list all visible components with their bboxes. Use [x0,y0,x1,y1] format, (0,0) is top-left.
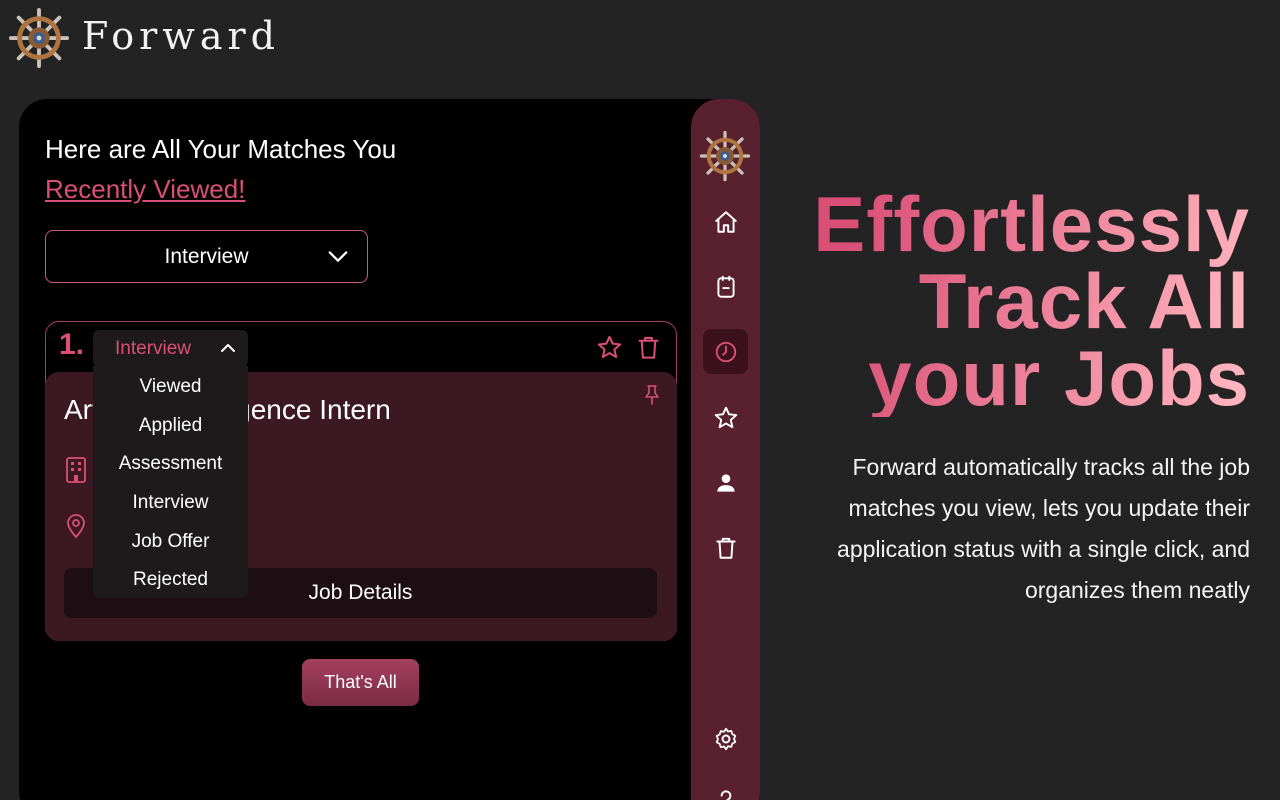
page-heading: Here are All Your Matches You Recently V… [45,129,396,209]
heading-accent: Recently Viewed! [45,174,246,204]
sidebar-item-help[interactable] [703,777,748,800]
status-dropdown-menu: Viewed Applied Assessment Interview Job … [93,366,248,598]
hero-description: Forward automatically tracks all the job… [837,454,1250,603]
star-icon[interactable] [596,334,623,361]
status-filter-select[interactable]: Interview [45,230,368,283]
status-option-assessment[interactable]: Assessment [93,445,248,484]
sidebar-item-trash[interactable] [703,525,748,570]
hero-title-line: Track All [918,257,1250,345]
ship-wheel-logo-icon [8,7,70,69]
hero-title: Effortlessly Track All your Jobs [780,186,1250,417]
pin-icon[interactable] [643,384,661,406]
thats-all-button[interactable]: That's All [302,659,419,706]
status-option-viewed[interactable]: Viewed [93,368,248,407]
status-option-applied[interactable]: Applied [93,407,248,446]
sidebar-item-profile[interactable] [703,460,748,505]
chevron-up-icon [221,344,235,352]
job-status-value: Interview [115,337,192,359]
sidebar-item-favorites[interactable] [703,395,748,440]
job-status-dropdown[interactable]: Interview [93,330,248,367]
sidebar-item-history[interactable] [703,329,748,374]
brand: Forward [8,6,280,70]
status-option-interview[interactable]: Interview [93,484,248,523]
sidebar-item-settings[interactable] [703,716,748,761]
clipboard-icon [716,275,735,298]
trash-icon[interactable] [635,334,662,361]
ship-wheel-logo-icon [699,130,751,182]
status-option-rejected[interactable]: Rejected [93,561,248,600]
trash-icon [715,537,736,559]
home-icon [714,210,737,233]
sidebar-item-home[interactable] [703,199,748,244]
user-icon [716,473,735,492]
hero-title-line: Effortlessly [813,180,1250,268]
status-filter-value: Interview [164,244,249,268]
job-index: 1. [59,328,85,361]
building-icon [66,457,86,483]
sidebar-nav [691,99,760,800]
clock-icon [715,341,736,362]
location-pin-icon [67,514,85,539]
sidebar-item-clipboard[interactable] [703,264,748,309]
card-actions [596,334,662,361]
help-icon [720,789,731,800]
heading-text: Here are All Your Matches You [45,134,397,164]
star-icon [714,406,737,428]
gear-icon [715,727,736,750]
brand-name: Forward [82,14,281,58]
hero-title-line: your Jobs [868,334,1250,422]
status-option-job-offer[interactable]: Job Offer [93,522,248,561]
chevron-down-icon [328,251,348,262]
